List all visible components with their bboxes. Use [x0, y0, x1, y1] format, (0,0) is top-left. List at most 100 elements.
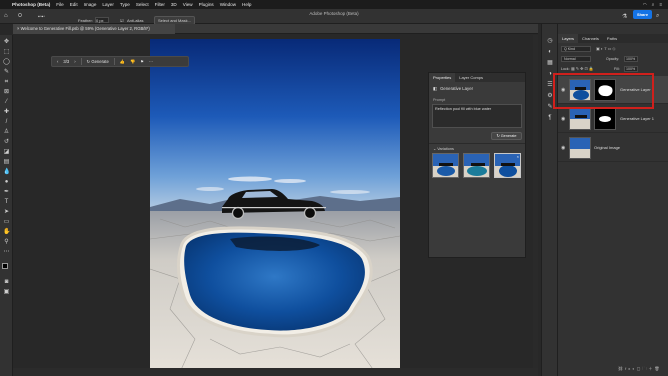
canvas-scrollbar[interactable]: [533, 35, 538, 368]
search-icon[interactable]: ⌕: [652, 2, 655, 7]
path-selection-tool-icon[interactable]: ➤: [3, 209, 10, 216]
paragraph-icon[interactable]: ¶: [546, 114, 554, 122]
menu-app-name[interactable]: Photoshop (Beta): [12, 2, 50, 7]
properties-generate-button[interactable]: ↻ Generate: [491, 132, 522, 140]
zoom-tool-icon[interactable]: ⚲: [3, 239, 10, 246]
prompt-label: Prompt: [433, 98, 446, 102]
next-variation-icon[interactable]: ›: [74, 59, 75, 64]
wifi-icon[interactable]: ◠: [643, 2, 647, 8]
marquee-tool-icon[interactable]: ⬚: [3, 49, 10, 56]
layer-row-original-image[interactable]: ◉ Original Image: [558, 134, 668, 162]
tab-layers[interactable]: Layers: [558, 34, 579, 43]
healing-brush-tool-icon[interactable]: ✚: [3, 109, 10, 116]
share-button[interactable]: Share: [633, 10, 652, 19]
lasso-tool-icon[interactable]: ଠ: [18, 13, 22, 20]
swatches-icon[interactable]: ▦: [546, 59, 554, 67]
type-tool-icon[interactable]: T: [3, 199, 10, 206]
menu-filter[interactable]: Filter: [155, 2, 165, 7]
thumbs-up-icon[interactable]: 👍: [120, 59, 125, 65]
divider: [429, 143, 525, 144]
pen-tool-icon[interactable]: ✒: [3, 189, 10, 196]
tab-channels[interactable]: Channels: [578, 34, 603, 43]
blur-tool-icon[interactable]: 💧: [3, 169, 10, 176]
menu-edit[interactable]: Edit: [70, 2, 78, 7]
close-icon[interactable]: ×: [517, 154, 519, 159]
layer-filter-icons[interactable]: ▣◐T▭◇: [596, 46, 617, 51]
quick-select-tool-icon[interactable]: ✎: [3, 69, 10, 76]
generate-button-label: Generate: [91, 59, 109, 64]
layer-footer-icons[interactable]: ⛓fx◐▢🗀＋🗑: [618, 366, 661, 373]
menu-select[interactable]: Select: [136, 2, 149, 7]
tab-properties[interactable]: Properties: [429, 73, 456, 82]
beaker-icon[interactable]: ⚗: [622, 13, 627, 20]
contextual-task-bar: ‹ 3/3 › ↻ Generate 👍 👎 ⚑ ⋯: [51, 56, 189, 67]
move-tool-icon[interactable]: ✥: [3, 39, 10, 46]
menu-type[interactable]: Type: [120, 2, 130, 7]
variations-label: Variations: [437, 147, 454, 151]
layer-kind-filter[interactable]: Q Kind: [561, 46, 591, 52]
lasso-tool-icon[interactable]: ◯: [3, 59, 10, 66]
variation-page-indicator: 3/3: [63, 59, 70, 64]
control-center-icon[interactable]: ≡: [659, 2, 662, 7]
variations-header: ⌄ Variations: [433, 146, 454, 151]
search-icon[interactable]: ⌕: [656, 13, 659, 20]
properties-section-header: ◧ Generative Layer: [433, 86, 473, 92]
flag-icon[interactable]: ⚑: [140, 59, 144, 64]
lock-icons[interactable]: ▦✎✥⊡🔒: [571, 66, 595, 71]
home-icon[interactable]: ⌂: [4, 13, 8, 19]
properties-panel: Properties Layer Comps ◧ Generative Laye…: [428, 72, 526, 258]
history-brush-tool-icon[interactable]: ↺: [3, 139, 10, 146]
menu-help[interactable]: Help: [242, 2, 251, 7]
prompt-input[interactable]: Reflection pool fill with blue water: [432, 104, 522, 128]
blend-mode-select[interactable]: Normal: [561, 56, 591, 62]
fill-input[interactable]: 100%: [624, 66, 638, 72]
tab-layer-comps[interactable]: Layer Comps: [455, 73, 487, 82]
selection-mode-icons[interactable]: ▪▫▪▫: [38, 14, 45, 20]
previous-variation-icon[interactable]: ‹: [57, 59, 58, 64]
foreground-color-swatch[interactable]: [2, 263, 8, 269]
layer-mask-thumbnail[interactable]: [594, 108, 616, 130]
hand-tool-icon[interactable]: ✋: [3, 229, 10, 236]
variation-thumbnail-1[interactable]: [432, 153, 459, 178]
menu-3d[interactable]: 3D: [171, 2, 177, 7]
layer-name[interactable]: Original Image: [594, 145, 620, 150]
eyedropper-tool-icon[interactable]: ⁄: [3, 99, 10, 106]
brush-tool-icon[interactable]: /: [3, 119, 10, 126]
menu-layer[interactable]: Layer: [102, 2, 114, 7]
layer-row-generative-layer-1[interactable]: ◉ Generative Layer 1: [558, 105, 668, 133]
screen-mode-icon[interactable]: ▣: [3, 289, 10, 296]
properties-tabs: Properties Layer Comps: [429, 73, 525, 82]
gradient-tool-icon[interactable]: ▤: [3, 159, 10, 166]
visibility-eye-icon[interactable]: ◉: [561, 116, 565, 122]
canvas-image[interactable]: [150, 39, 400, 372]
frame-tool-icon[interactable]: ⊠: [3, 89, 10, 96]
menu-view[interactable]: View: [183, 2, 193, 7]
tab-paths[interactable]: Paths: [603, 34, 621, 43]
antialias-checkbox[interactable]: ☑: [120, 18, 124, 23]
color-icon[interactable]: ◐: [546, 48, 554, 56]
more-tools-icon[interactable]: ⋯: [3, 249, 10, 256]
menu-file[interactable]: File: [56, 2, 63, 7]
generative-layer-icon: ◧: [433, 86, 438, 91]
document-tab[interactable]: × Welcome to Generative Fill.psb @ 59% (…: [13, 24, 175, 34]
opacity-label: Opacity:: [606, 57, 620, 61]
shape-tool-icon[interactable]: ▭: [3, 219, 10, 226]
opacity-input[interactable]: 100%: [624, 56, 638, 62]
feather-input[interactable]: 0 px: [95, 17, 109, 23]
menu-image[interactable]: Image: [84, 2, 97, 7]
menu-window[interactable]: Window: [220, 2, 236, 7]
clone-stamp-tool-icon[interactable]: ♙: [3, 129, 10, 136]
generate-button[interactable]: ↻ Generate: [87, 59, 109, 64]
visibility-eye-icon[interactable]: ◉: [561, 145, 565, 151]
dodge-tool-icon[interactable]: ●: [3, 179, 10, 186]
variation-thumbnail-3-selected[interactable]: ×: [494, 153, 521, 178]
quick-mask-icon[interactable]: ◙: [3, 279, 10, 286]
menu-plugins[interactable]: Plugins: [199, 2, 214, 7]
crop-tool-icon[interactable]: ⌗: [3, 79, 10, 86]
more-options-icon[interactable]: ⋯: [149, 59, 153, 64]
thumbs-down-icon[interactable]: 👎: [130, 59, 135, 65]
layer-name[interactable]: Generative Layer 1: [620, 116, 654, 121]
variation-thumbnail-2[interactable]: [463, 153, 490, 178]
history-icon[interactable]: ◷: [546, 37, 554, 45]
eraser-tool-icon[interactable]: ◪: [3, 149, 10, 156]
